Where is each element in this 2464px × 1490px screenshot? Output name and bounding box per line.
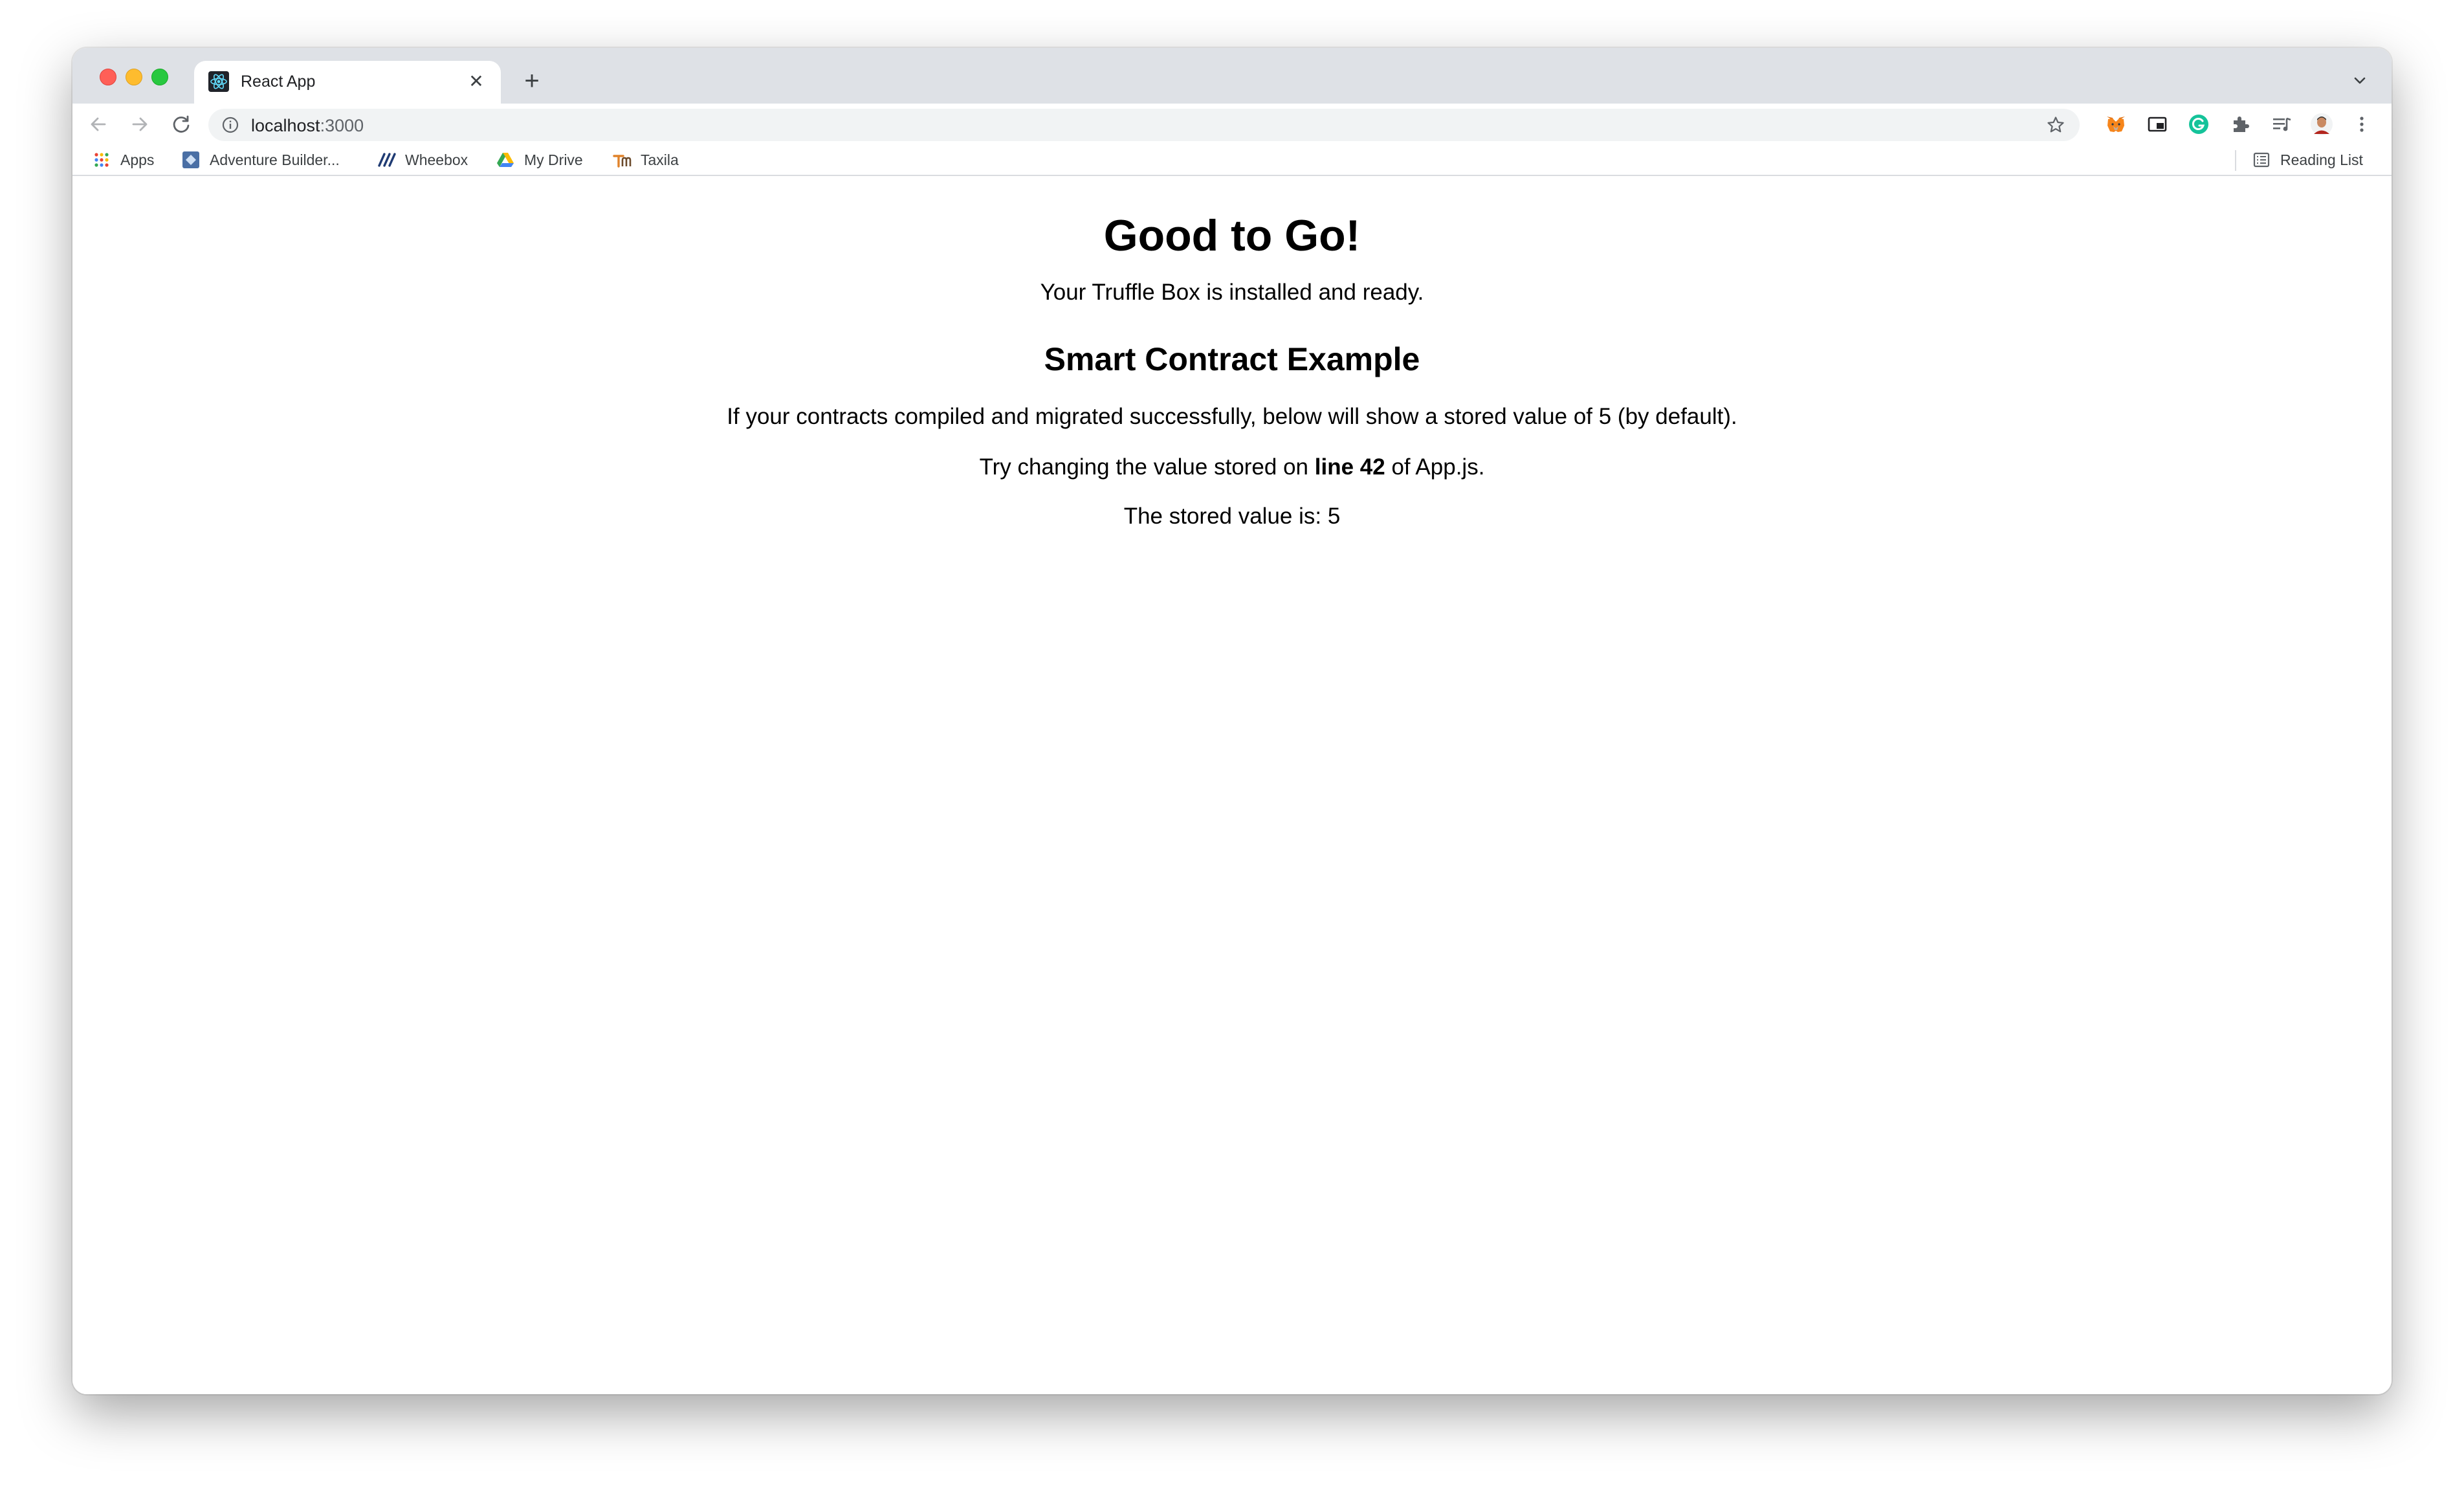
bookmark-wheebox[interactable]: Wheebox [377, 150, 468, 170]
profile-avatar-icon[interactable] [2310, 113, 2333, 136]
tab-strip: React App ✕ + [72, 48, 2392, 104]
bookmark-my-drive[interactable]: My Drive [496, 150, 583, 170]
browser-toolbar: localhost:3000 [72, 104, 2392, 145]
window-minimize-button[interactable] [126, 69, 142, 85]
tab-close-icon[interactable]: ✕ [465, 70, 488, 93]
intro-text: If your contracts compiled and migrated … [727, 404, 1737, 429]
react-logo-icon [208, 71, 229, 92]
page-heading: Good to Go! [1103, 211, 1361, 260]
bookmark-star-icon[interactable] [2046, 115, 2065, 135]
taxila-icon [613, 155, 632, 168]
tab-search-chevron-icon[interactable] [2350, 71, 2370, 91]
adventure-builder-icon [182, 151, 199, 168]
google-drive-icon [497, 153, 514, 167]
bookmark-taxila[interactable]: Taxila [612, 150, 679, 170]
bookmarks-divider [2235, 150, 2236, 171]
instruction-line-ref: line 42 [1314, 454, 1385, 480]
reading-list-icon [2253, 152, 2270, 168]
forward-arrow-icon[interactable] [127, 111, 153, 137]
bookmark-label: Wheebox [405, 151, 468, 168]
site-info-icon[interactable] [221, 116, 239, 134]
browser-window: React App ✕ + localhost:3000 Apps Advent… [72, 48, 2392, 1394]
media-controls-icon[interactable] [2270, 113, 2293, 136]
wheebox-icon [378, 153, 396, 167]
address-bar[interactable]: localhost:3000 [208, 109, 2080, 141]
bookmark-apps[interactable]: Apps [92, 150, 154, 170]
metamask-icon[interactable] [2104, 113, 2128, 136]
instruction-suffix: of App.js. [1391, 454, 1485, 480]
instruction-text: Try changing the value stored on line 42… [72, 453, 2392, 482]
url-port: :3000 [320, 116, 364, 135]
page-content: Good to Go! Your Truffle Box is installe… [72, 176, 2392, 1394]
bookmark-adventure-builder[interactable]: Adventure Builder... [181, 150, 340, 170]
reading-list-button[interactable]: Reading List [2252, 150, 2363, 170]
instruction-prefix: Try changing the value stored on [979, 454, 1309, 480]
kebab-menu-icon[interactable] [2350, 113, 2373, 136]
url-text[interactable]: localhost:3000 [251, 116, 364, 136]
picture-in-picture-icon[interactable] [2146, 113, 2169, 136]
back-arrow-icon[interactable] [85, 111, 111, 137]
bookmark-label: Adventure Builder... [210, 151, 340, 168]
grammarly-icon[interactable] [2187, 113, 2210, 136]
new-tab-button[interactable]: + [519, 68, 545, 95]
stored-value-text: The stored value is: 5 [1123, 504, 1341, 529]
section-title: Smart Contract Example [1044, 341, 1420, 377]
tab-title: React App [241, 72, 316, 91]
bookmark-label: My Drive [524, 151, 583, 168]
apps-grid-icon [94, 153, 109, 167]
bookmark-label: Apps [120, 151, 155, 168]
bookmark-label: Taxila [641, 151, 679, 168]
window-maximize-button[interactable] [151, 69, 168, 85]
reload-icon[interactable] [168, 111, 194, 137]
window-close-button[interactable] [100, 69, 116, 85]
puzzle-extensions-icon[interactable] [2228, 113, 2252, 136]
bookmarks-bar: Apps Adventure Builder... Wheebox My Dri… [72, 145, 2392, 176]
install-status-text: Your Truffle Box is installed and ready. [1040, 280, 1424, 305]
url-host: localhost [251, 116, 320, 135]
tab-react-app[interactable]: React App ✕ [194, 61, 501, 104]
reading-list-label: Reading List [2280, 151, 2363, 168]
